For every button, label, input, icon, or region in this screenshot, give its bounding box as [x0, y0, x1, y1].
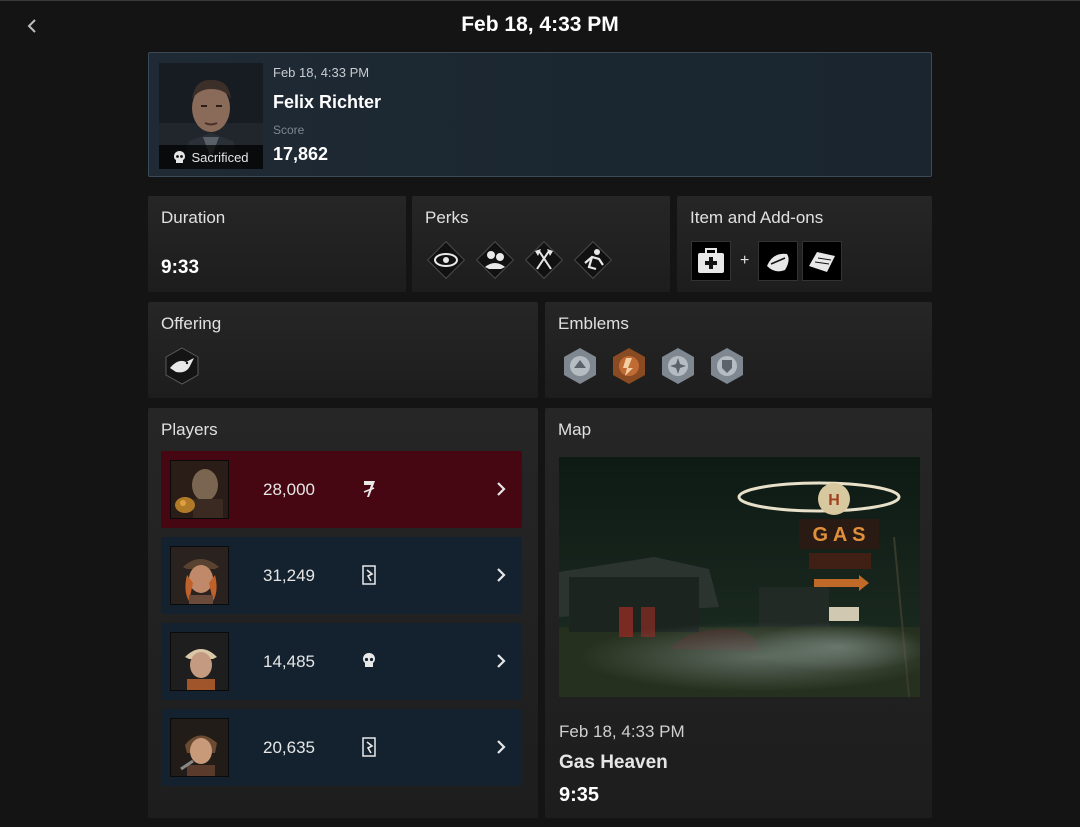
hands-perk-icon[interactable]	[474, 239, 516, 281]
offering-panel: Offering	[148, 302, 538, 398]
sprint-perk-icon[interactable]	[572, 239, 614, 281]
survivor-portrait	[170, 546, 229, 605]
item-row: +	[691, 241, 843, 281]
player-row-survivor[interactable]: 14,485	[161, 623, 522, 700]
emblems-panel: Emblems	[545, 302, 932, 398]
map-duration: 9:35	[559, 784, 600, 806]
players-panel: Players 28,000 31,249 14,485 20,635	[148, 408, 538, 818]
score-label: Score	[273, 123, 305, 137]
match-date: Feb 18, 4:33 PM	[273, 65, 370, 80]
emblems-row	[560, 346, 756, 386]
chevron-right-icon	[493, 737, 509, 757]
skull-icon	[174, 150, 186, 163]
player-score: 14,485	[263, 652, 315, 671]
map-name: Gas Heaven	[559, 752, 668, 773]
chevron-right-icon	[493, 479, 509, 499]
death-status-badge: Sacrificed	[159, 145, 263, 169]
duration-title: Duration	[161, 208, 226, 227]
medkit-icon[interactable]	[691, 241, 731, 281]
perks-panel: Perks	[412, 196, 670, 292]
svg-text:H: H	[828, 492, 840, 509]
character-name: Felix Richter	[273, 92, 382, 112]
sacrificed-skull-icon	[361, 650, 377, 672]
killer-mark-icon	[361, 478, 377, 500]
item-addons-title: Item and Add-ons	[690, 208, 824, 227]
player-score: 31,249	[263, 566, 315, 585]
player-row-survivor[interactable]: 20,635	[161, 709, 522, 786]
players-title: Players	[161, 420, 218, 439]
offering-row	[162, 346, 202, 386]
escaped-icon	[361, 564, 377, 586]
death-status-label: Sacrificed	[191, 149, 249, 165]
map-title: Map	[558, 420, 592, 439]
duration-value: 9:33	[161, 257, 200, 278]
gauze-addon-icon[interactable]	[802, 241, 843, 281]
map-date: Feb 18, 4:33 PM	[559, 722, 685, 741]
chevron-right-icon	[493, 565, 509, 585]
emblems-title: Emblems	[558, 314, 629, 333]
header: Feb 18, 4:33 PM	[0, 0, 1080, 50]
silver-emblem-icon[interactable]	[560, 346, 600, 386]
map-panel: Map H G A S Feb 18, 4:33 PM Gas Heaven 9…	[545, 408, 932, 818]
killer-portrait	[170, 460, 229, 519]
survivor-portrait	[170, 718, 229, 777]
item-addons-panel: Item and Add-ons +	[677, 196, 932, 292]
player-score: 28,000	[263, 480, 315, 499]
bronze-emblem-icon[interactable]	[609, 346, 649, 386]
crow-offering-icon[interactable]	[162, 346, 202, 386]
silver-emblem-icon[interactable]	[707, 346, 747, 386]
eye-perk-icon[interactable]	[425, 239, 467, 281]
offering-title: Offering	[161, 314, 222, 333]
svg-text:G A S: G A S	[813, 524, 866, 546]
character-portrait: Sacrificed	[159, 63, 263, 169]
plus-separator: +	[740, 252, 750, 269]
map-image: H G A S	[559, 457, 920, 697]
chevron-right-icon	[493, 651, 509, 671]
player-row-survivor[interactable]: 31,249	[161, 537, 522, 614]
duration-panel: Duration 9:33	[148, 196, 406, 292]
player-row-killer[interactable]: 28,000	[161, 451, 522, 528]
silver-emblem-icon[interactable]	[658, 346, 698, 386]
score-value: 17,862	[273, 144, 329, 164]
perks-row	[425, 239, 621, 281]
match-summary-card: Sacrificed Feb 18, 4:33 PM Felix Richter…	[148, 52, 932, 177]
bandage-addon-icon[interactable]	[758, 241, 799, 281]
page-title: Feb 18, 4:33 PM	[461, 13, 619, 36]
perks-title: Perks	[425, 208, 469, 227]
escaped-icon	[361, 736, 377, 758]
survivor-portrait	[170, 632, 229, 691]
player-score: 20,635	[263, 738, 315, 757]
axes-perk-icon[interactable]	[523, 239, 565, 281]
